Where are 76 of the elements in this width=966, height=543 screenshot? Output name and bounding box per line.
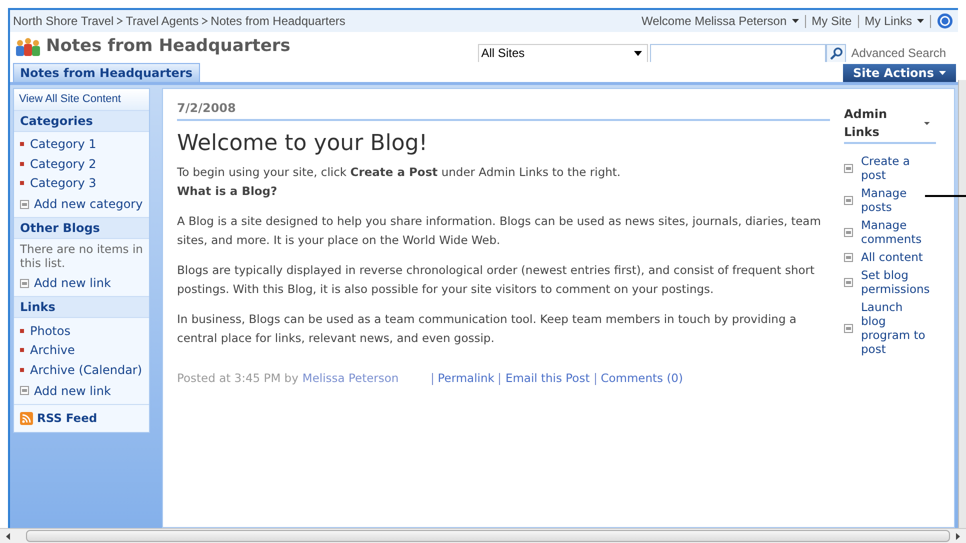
left-arrow-icon — [6, 532, 10, 540]
bullet-icon — [20, 162, 24, 166]
search-icon — [830, 46, 843, 60]
scroll-thumb[interactable] — [26, 530, 950, 542]
add-icon — [844, 164, 853, 172]
section-heading: What is a Blog? — [177, 183, 278, 200]
add-icon — [844, 278, 853, 286]
add-link[interactable]: Add new category — [34, 195, 143, 213]
view-all-link[interactable]: View All Site Content — [14, 89, 149, 110]
separator-icon — [202, 17, 208, 25]
search-button[interactable] — [826, 44, 846, 62]
paragraph: A Blog is a site designed to help you share information. Blogs can be used as news sites, journals, diaries, team sites, and more. It is your place on the World Wide Web. — [177, 213, 822, 249]
section-header[interactable]: Links — [14, 297, 149, 318]
add-link[interactable]: Add new link — [34, 382, 111, 400]
paragraph: Blogs are typically displayed in reverse chronological order (newest entries first), and consist of frequent short postings. With this Blog, it is also possible for your site visitors to comment on your postings. — [177, 262, 816, 298]
admin-link[interactable]: All content — [861, 250, 923, 264]
nav-tab[interactable]: Notes from Headquarters — [13, 63, 200, 82]
user-link[interactable]: My Links — [864, 12, 924, 30]
intro-text: To begin using your site, click Create a Post under Admin Links to the right. — [177, 164, 622, 181]
post-title: Welcome to your Blog! — [177, 130, 429, 158]
breadcrumb-link[interactable]: North Shore Travel — [13, 12, 114, 30]
nav-link[interactable]: Category 2 — [30, 154, 96, 173]
caret-icon — [939, 71, 946, 75]
add-icon — [844, 252, 853, 262]
post-action-link[interactable]: Permalink — [438, 370, 494, 388]
nav-link[interactable]: Category 3 — [30, 174, 96, 192]
site-title: Notes from Headquarters — [46, 35, 290, 58]
breadcrumb-link[interactable]: Notes from Headquarters — [210, 12, 346, 30]
section-header[interactable]: Other Blogs — [14, 218, 149, 239]
add-icon — [844, 324, 853, 332]
add-icon — [20, 200, 29, 208]
people-icon — [15, 37, 41, 57]
admin-link[interactable]: Create a post — [861, 154, 926, 182]
bullet-icon — [20, 368, 24, 372]
user-link[interactable]: My Site — [812, 12, 852, 30]
advanced-search-link[interactable]: Advanced Search — [851, 44, 946, 62]
separator-icon — [116, 17, 123, 25]
user-menu[interactable]: Welcome Melissa Peterson — [641, 12, 799, 30]
help-icon[interactable] — [937, 13, 953, 29]
paragraph: In business, Blogs can be used as a team communication tool. Keep team members in touch by providing a central place for links, relevant news, and even gossip. — [177, 311, 798, 347]
scope-dropdown[interactable]: All Sites — [478, 44, 648, 62]
nav-link[interactable]: Photos — [30, 322, 70, 340]
leader-line — [925, 195, 966, 197]
bullet-icon — [20, 348, 24, 352]
add-icon — [844, 228, 853, 236]
admin-links-header[interactable]: Admin Links — [844, 105, 936, 144]
add-icon — [20, 386, 29, 395]
section-header[interactable]: Categories — [14, 110, 149, 132]
posted-text: Posted at 3:45 PM by — [177, 370, 298, 387]
add-link[interactable]: Add new link — [34, 274, 111, 292]
admin-link[interactable]: Manage comments — [861, 218, 926, 246]
post-action-link[interactable]: Comments (0) — [600, 370, 683, 388]
post-date: 7/2/2008 — [177, 99, 830, 121]
caret-icon — [924, 122, 930, 124]
post-action-link[interactable]: Email this Post — [505, 370, 590, 388]
caret-icon — [917, 19, 924, 23]
bullet-icon — [20, 328, 24, 333]
breadcrumb-link[interactable]: Travel Agents — [126, 12, 199, 30]
bullet-icon — [20, 181, 24, 186]
admin-link[interactable]: Launch blog program to post — [861, 300, 926, 356]
nav-link[interactable]: Archive — [30, 341, 75, 360]
search-field[interactable] — [650, 44, 826, 62]
site-actions-button[interactable]: Site Actions — [843, 64, 956, 82]
right-arrow-icon — [956, 532, 960, 540]
bullet-icon — [20, 142, 24, 146]
nav-link[interactable]: Archive (Calendar) — [30, 360, 142, 379]
add-icon — [20, 278, 29, 288]
admin-link[interactable]: Manage posts — [861, 186, 926, 214]
nav-link[interactable]: Category 1 — [30, 135, 96, 154]
admin-link[interactable]: Set blog permissions — [861, 268, 930, 296]
rss-link[interactable]: RSS Feed — [37, 410, 98, 427]
add-icon — [844, 196, 853, 204]
caret-icon — [792, 19, 799, 23]
empty-note: There are no items in this list. — [20, 242, 143, 272]
rss-icon[interactable] — [20, 412, 33, 425]
caret-icon — [634, 50, 642, 56]
